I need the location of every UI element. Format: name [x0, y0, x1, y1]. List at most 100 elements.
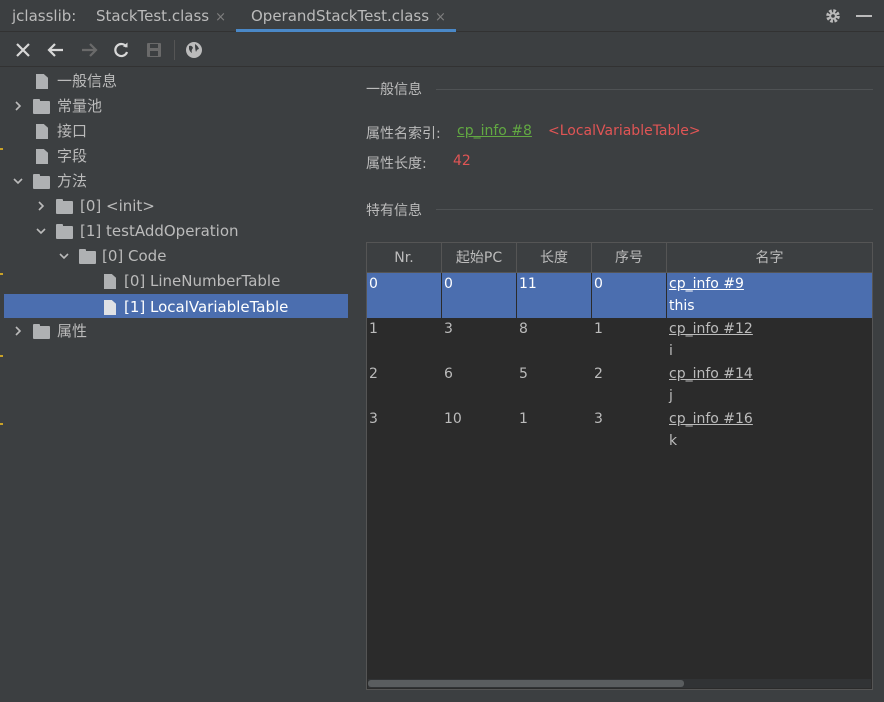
cell-nr: 3: [369, 411, 378, 427]
cell-length: 11: [519, 276, 537, 292]
minimize-icon[interactable]: [856, 15, 872, 17]
folder-icon: [33, 99, 50, 114]
refresh-icon[interactable]: [111, 40, 131, 60]
close-icon[interactable]: [13, 40, 33, 60]
cell-name-link[interactable]: cp_info #12: [669, 321, 753, 337]
close-tab-icon[interactable]: ×: [435, 10, 446, 25]
tree-item-localvariabletable[interactable]: [1] LocalVariableTable: [4, 294, 348, 318]
folder-icon: [79, 249, 96, 264]
folder-icon: [56, 199, 73, 214]
cell-index: 0: [594, 276, 603, 292]
cell-start-pc: 6: [444, 366, 453, 382]
chevron-right-icon[interactable]: [35, 200, 47, 212]
cell-name-link[interactable]: cp_info #14: [669, 366, 753, 382]
general-info-title: 一般信息: [366, 82, 422, 98]
editor-tab-bar: jclasslib: StackTest.class × OperandStack…: [0, 0, 884, 32]
cell-index: 3: [594, 411, 603, 427]
tree-item-constant-pool[interactable]: 常量池: [0, 94, 352, 118]
local-variable-table: Nr. 起始PC 长度 序号 名字 0 0 11 0 cp_info #9 th…: [366, 242, 873, 690]
save-icon[interactable]: [144, 40, 164, 60]
chevron-down-icon[interactable]: [12, 175, 24, 187]
app-label: jclasslib:: [12, 7, 77, 25]
gutter-mark: [0, 423, 3, 425]
gear-icon[interactable]: [823, 6, 843, 26]
close-tab-icon[interactable]: ×: [215, 10, 226, 25]
chevron-right-icon[interactable]: [12, 325, 24, 337]
tree-item-methods[interactable]: 方法: [0, 169, 352, 193]
table-row[interactable]: 0 0 11 0 cp_info #9 this: [367, 273, 872, 318]
tree-item-label: 接口: [57, 122, 88, 140]
cell-length: 1: [519, 411, 528, 427]
cell-index: 2: [594, 366, 603, 382]
column-header-nr[interactable]: Nr.: [367, 243, 442, 273]
name-index-link[interactable]: cp_info #8: [457, 123, 532, 139]
scrollbar-thumb[interactable]: [368, 680, 684, 687]
toolbar: [0, 33, 884, 67]
cell-start-pc: 3: [444, 321, 453, 337]
tree-item-label: 一般信息: [57, 72, 118, 90]
cell-divider: [441, 273, 442, 318]
tree-item-linenumbertable[interactable]: [0] LineNumberTable: [0, 269, 352, 293]
folder-icon: [33, 174, 50, 189]
chevron-down-icon[interactable]: [58, 250, 70, 262]
tab-label: OperandStackTest.class: [251, 7, 430, 25]
tree-item-fields[interactable]: 字段: [0, 144, 352, 168]
tab-operandstacktest[interactable]: OperandStackTest.class ×: [236, 0, 456, 32]
cell-name: j: [669, 388, 673, 404]
cell-name-link[interactable]: cp_info #16: [669, 411, 753, 427]
folder-icon: [33, 324, 50, 339]
table-row[interactable]: 1 3 8 1 cp_info #12 i: [367, 318, 872, 363]
horizontal-scrollbar[interactable]: [368, 679, 871, 688]
column-header-name[interactable]: 名字: [667, 243, 872, 273]
table-row[interactable]: 2 6 5 2 cp_info #14 j: [367, 363, 872, 408]
column-header-start-pc[interactable]: 起始PC: [442, 243, 517, 273]
browser-icon[interactable]: [184, 40, 204, 60]
cell-divider: [666, 273, 667, 318]
gutter-mark: [0, 355, 3, 357]
file-icon: [104, 274, 116, 289]
cell-nr: 2: [369, 366, 378, 382]
file-icon: [36, 74, 48, 89]
chevron-right-icon[interactable]: [12, 100, 24, 112]
tree-item-interfaces[interactable]: 接口: [0, 119, 352, 143]
tree-item-code[interactable]: [0] Code: [0, 244, 352, 268]
tree-item-label: [0] Code: [102, 247, 167, 265]
folder-icon: [56, 224, 73, 239]
table-row[interactable]: 3 10 1 3 cp_info #16 k: [367, 408, 872, 453]
cell-start-pc: 10: [444, 411, 462, 427]
tree-item-general-info[interactable]: 一般信息: [0, 69, 352, 93]
chevron-down-icon[interactable]: [35, 225, 47, 237]
file-icon: [104, 300, 116, 315]
cell-divider: [516, 273, 517, 318]
file-icon: [36, 149, 48, 164]
cell-length: 8: [519, 321, 528, 337]
back-icon[interactable]: [46, 40, 66, 60]
cell-nr: 0: [369, 276, 378, 292]
section-divider: [436, 89, 873, 90]
column-header-length[interactable]: 长度: [517, 243, 592, 273]
cell-name: this: [669, 298, 695, 314]
cell-divider: [591, 273, 592, 318]
tree-item-label: [1] LocalVariableTable: [124, 298, 289, 316]
section-divider: [436, 209, 873, 210]
name-index-label: 属性名索引:: [366, 126, 441, 142]
cell-name: k: [669, 433, 678, 449]
cell-index: 1: [594, 321, 603, 337]
tree-item-attributes[interactable]: 属性: [0, 319, 352, 343]
tree-item-label: [1] testAddOperation: [80, 222, 239, 240]
cell-name: i: [669, 343, 673, 359]
toolbar-separator: [174, 40, 175, 60]
file-icon: [36, 124, 48, 139]
column-header-index[interactable]: 序号: [592, 243, 667, 273]
tree-item-label: 字段: [57, 147, 88, 165]
tree-item-method-init[interactable]: [0] <init>: [0, 194, 352, 218]
cell-length: 5: [519, 366, 528, 382]
forward-icon[interactable]: [79, 40, 99, 60]
structure-tree: 一般信息 常量池 接口 字段 方法 [0] <init> [1] testAdd…: [0, 68, 352, 702]
tree-item-method-testaddoperation[interactable]: [1] testAddOperation: [0, 219, 352, 243]
tab-stacktest[interactable]: StackTest.class ×: [96, 0, 226, 32]
table-header: Nr. 起始PC 长度 序号 名字: [367, 243, 872, 273]
name-index-value: <LocalVariableTable>: [548, 123, 701, 139]
cell-name-link[interactable]: cp_info #9: [669, 276, 744, 292]
cell-nr: 1: [369, 321, 378, 337]
